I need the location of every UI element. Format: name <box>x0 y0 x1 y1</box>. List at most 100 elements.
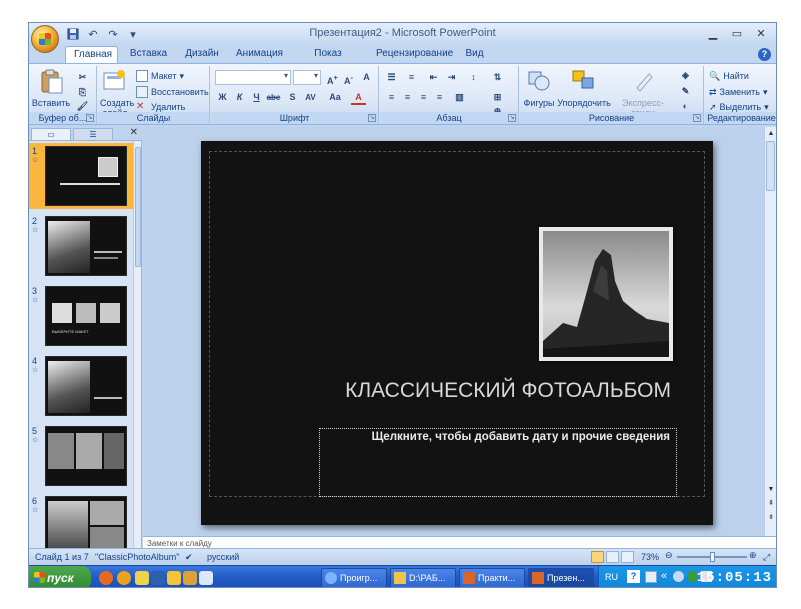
help-tray-icon[interactable]: ? <box>627 570 640 583</box>
layout-button[interactable]: Макет ▾ <box>136 69 184 83</box>
help-icon[interactable]: ? <box>758 48 771 61</box>
pane-close-icon[interactable]: ✕ <box>130 127 138 138</box>
reset-button[interactable]: Восстановить <box>136 85 209 99</box>
shrink-font-icon[interactable]: A- <box>341 70 356 86</box>
bold-button[interactable]: Ж <box>215 90 230 105</box>
scroll-up-icon[interactable]: ▲ <box>766 129 776 139</box>
office-button[interactable] <box>31 25 59 53</box>
show-desktop-icon[interactable] <box>199 571 213 585</box>
numbering-icon[interactable]: ≡ <box>404 70 419 85</box>
zoom-level[interactable]: 73% <box>641 552 659 562</box>
start-button[interactable]: пуск <box>29 566 91 587</box>
minimize-button[interactable]: ▁ <box>702 26 724 41</box>
columns-icon[interactable]: ▥ <box>452 90 467 105</box>
change-case-button[interactable]: Aa <box>325 90 345 105</box>
zoom-slider-knob[interactable] <box>710 552 715 562</box>
tab-home[interactable]: Главная <box>65 46 118 63</box>
justify-icon[interactable]: ≡ <box>432 90 447 105</box>
shape-outline-icon[interactable]: ✎ <box>678 84 693 99</box>
zoom-slider[interactable] <box>677 552 747 562</box>
slide-thumb-4[interactable]: 4 ☆ <box>29 353 134 419</box>
new-slide-button[interactable]: Создать слайд <box>100 68 134 118</box>
tab-insert[interactable]: Вставка <box>121 46 176 63</box>
paste-button[interactable]: Вставить <box>31 68 71 108</box>
zoom-out-icon[interactable]: ⊖ <box>665 550 673 561</box>
undo-icon[interactable]: ↶ <box>85 26 101 42</box>
strikethrough-button[interactable]: abe <box>266 90 281 105</box>
italic-button[interactable]: К <box>232 90 247 105</box>
firefox-icon[interactable] <box>117 571 131 585</box>
prev-slide-icon[interactable]: ⇞ <box>766 499 776 509</box>
tab-design[interactable]: Дизайн <box>177 46 227 63</box>
slideshow-view-button[interactable] <box>621 551 634 563</box>
browser-icon[interactable] <box>99 571 113 585</box>
normal-view-button[interactable] <box>591 551 604 563</box>
editor-vertical-scrollbar[interactable]: ▲ ▼ ⇞ ⇟ <box>764 127 776 536</box>
drawing-launcher-icon[interactable]: ↘ <box>693 114 701 122</box>
grow-font-icon[interactable]: A+ <box>325 70 340 86</box>
align-left-icon[interactable]: ≡ <box>384 90 399 105</box>
shadow-button[interactable]: S <box>285 90 300 105</box>
slide-title[interactable]: КЛАССИЧЕСКИЙ ФОТОАЛЬБОМ <box>281 379 671 403</box>
scroll-down-icon[interactable]: ▼ <box>766 485 776 495</box>
align-center-icon[interactable]: ≡ <box>400 90 415 105</box>
redo-icon[interactable]: ↷ <box>105 26 121 42</box>
language-bar[interactable]: RU <box>605 572 618 582</box>
increase-indent-icon[interactable]: ⇥ <box>444 70 459 85</box>
quick-styles-button[interactable]: Экспресс-стили <box>612 68 674 118</box>
slide-subtitle-placeholder[interactable]: Щелкните, чтобы добавить дату и прочие с… <box>319 428 677 497</box>
next-slide-icon[interactable]: ⇟ <box>766 513 776 523</box>
tab-animation[interactable]: Анимация <box>228 46 288 63</box>
slide-thumb-2[interactable]: 2 ☆ <box>29 213 134 279</box>
task-practice[interactable]: Практи... <box>459 568 525 587</box>
spellcheck-icon[interactable]: ✔ <box>185 552 193 563</box>
font-size-combo[interactable] <box>293 70 321 85</box>
slides-pane-scrollbar[interactable] <box>133 141 141 548</box>
tab-outline[interactable]: ☰ <box>73 128 113 141</box>
shapes-button[interactable]: Фигуры <box>522 68 556 108</box>
align-right-icon[interactable]: ≡ <box>416 90 431 105</box>
task-presentation[interactable]: Презен... <box>528 568 594 587</box>
close-button[interactable]: ✕ <box>750 26 772 41</box>
paragraph-launcher-icon[interactable]: ↘ <box>508 114 516 122</box>
current-slide[interactable]: КЛАССИЧЕСКИЙ ФОТОАЛЬБОМ Щелкните, чтобы … <box>201 141 713 525</box>
desktop-icon[interactable] <box>151 571 165 585</box>
align-text-icon[interactable]: ⊞ <box>490 90 505 105</box>
slide-sorter-button[interactable] <box>606 551 619 563</box>
char-spacing-button[interactable]: AV <box>303 90 318 105</box>
slides-pane-scroll-thumb[interactable] <box>135 147 141 267</box>
tab-slides-thumbnails[interactable]: ▭ <box>31 128 71 141</box>
shape-fill-icon[interactable]: ◈ <box>678 68 693 83</box>
messenger-icon[interactable] <box>167 571 181 585</box>
fit-to-window-icon[interactable]: ⤢ <box>763 552 770 563</box>
zoom-in-icon[interactable]: ⊕ <box>749 550 757 561</box>
task-folder[interactable]: D:\РАБ... <box>390 568 456 587</box>
language-indicator[interactable]: русский <box>207 552 239 562</box>
qat-customize-icon[interactable]: ▾ <box>125 26 141 42</box>
tray-expand-icon[interactable]: « <box>661 570 667 582</box>
network-icon[interactable] <box>645 571 657 583</box>
underline-button[interactable]: Ч <box>249 90 264 105</box>
slide-thumb-5[interactable]: 5 ☆ <box>29 423 134 489</box>
bullets-icon[interactable]: ☰ <box>384 70 399 85</box>
media-icon[interactable] <box>135 571 149 585</box>
clear-format-icon[interactable]: A <box>359 70 374 85</box>
font-launcher-icon[interactable]: ↘ <box>368 114 376 122</box>
folder-quick-icon[interactable] <box>183 571 197 585</box>
font-family-combo[interactable] <box>215 70 291 85</box>
tab-slideshow[interactable]: Показ слайдов <box>289 46 367 75</box>
tab-view[interactable]: Вид <box>457 46 492 63</box>
copy-icon[interactable]: ⎘ <box>75 85 90 100</box>
save-icon[interactable] <box>65 26 81 42</box>
slide-photo[interactable] <box>539 227 673 361</box>
replace-button[interactable]: ⇄ Заменить ▾ <box>709 85 768 99</box>
clipboard-launcher-icon[interactable]: ↘ <box>86 114 94 122</box>
font-color-button[interactable]: A <box>351 90 366 105</box>
editor-scroll-thumb[interactable] <box>766 141 775 191</box>
line-spacing-icon[interactable]: ↕ <box>466 70 481 85</box>
task-player[interactable]: Проигр... <box>321 568 387 587</box>
arrange-button[interactable]: Упорядочить <box>556 68 612 108</box>
cut-icon[interactable]: ✂ <box>75 70 90 85</box>
decrease-indent-icon[interactable]: ⇤ <box>426 70 441 85</box>
tray-app-icon-1[interactable] <box>673 571 684 582</box>
